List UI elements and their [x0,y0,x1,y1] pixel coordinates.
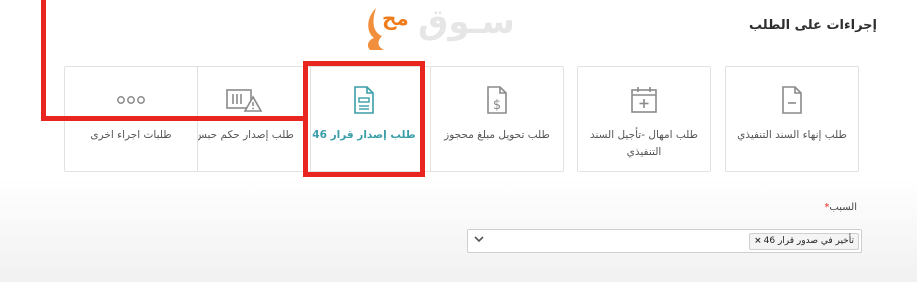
selected-reason-chip: تأخير في صدور قرار 46× [749,233,859,250]
annotation-highlight-box [303,61,425,177]
document-minus-icon [779,85,805,119]
card-postpone-enforcement[interactable]: طلب امهال -تأجيل السند التنفيذي [577,66,711,172]
svg-text:$: $ [493,98,501,113]
watermark-text: سـوق [418,2,515,42]
chevron-down-icon[interactable] [474,234,484,247]
card-label: طلب امهال -تأجيل السند التنفيذي [589,129,699,158]
card-transfer-amount[interactable]: $ طلب تحويل مبلغ محجوز [430,66,564,172]
reason-select[interactable]: تأخير في صدور قرار 46× [467,229,862,253]
ellipsis-icon [114,85,148,119]
calendar-plus-icon [629,85,659,119]
card-label: طلب إنهاء السند التنفيذي [737,129,847,141]
selected-reason-text: تأخير في صدور قرار 46 [763,236,854,246]
reason-label-text: السبب [829,202,857,213]
page: مح سـوق إجراءات على الطلب طلب إنهاء السن… [0,0,917,282]
annotation-line-vertical [41,0,46,121]
card-label: طلب تحويل مبلغ محجوز [444,129,550,141]
section-title: إجراءات على الطلب [749,18,877,33]
remove-selection-icon[interactable]: × [754,236,762,246]
annotation-line-horizontal [41,116,305,121]
card-label: طلب إصدار حكم حبس [194,129,294,141]
card-label: طلبات اجراء اخرى [90,129,172,141]
card-end-enforcement[interactable]: طلب إنهاء السند التنفيذي [725,66,859,172]
reason-field-label: السبب* [821,202,857,213]
watermark-mark-text: مح [382,6,409,30]
prison-warning-icon [224,85,264,119]
watermark-logo: مح سـوق [362,2,562,54]
document-dollar-icon: $ [484,85,510,119]
